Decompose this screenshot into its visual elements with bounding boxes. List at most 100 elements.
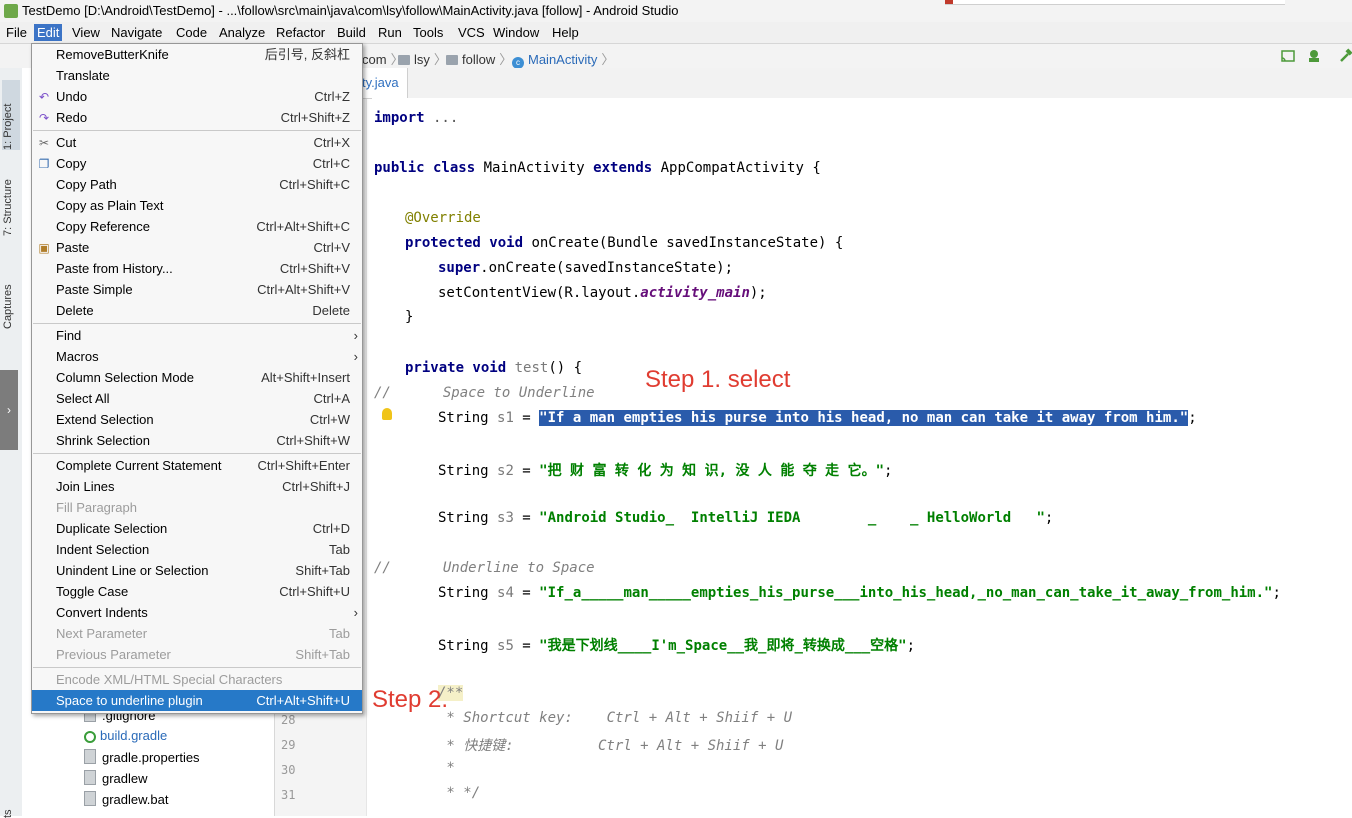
- menu-item-paste-simple[interactable]: Paste Simple Ctrl+Alt+Shift+V: [32, 279, 362, 300]
- submenu-arrow-icon: ›: [353, 349, 358, 364]
- captures-tool-tab[interactable]: Captures: [2, 263, 20, 329]
- folded-imports[interactable]: ...: [425, 110, 458, 126]
- code-text: AppCompatActivity {: [652, 160, 821, 176]
- tab-mainactivity-java[interactable]: ty.java: [362, 68, 408, 98]
- menu-item-column-selection[interactable]: Column Selection Mode Alt+Shift+Insert: [32, 367, 362, 388]
- folder-icon: [446, 55, 458, 65]
- menu-item-previous-parameter: Previous Parameter Shift+Tab: [32, 644, 362, 665]
- edit-menu-dropdown: RemoveButterKnife 后引号, 反斜杠 Translate ↶ Und…: [31, 43, 363, 714]
- tree-item-gradle-properties[interactable]: gradle.properties: [84, 749, 200, 765]
- menu-item-complete-statement[interactable]: Complete Current Statement Ctrl+Shift+Ent…: [32, 455, 362, 476]
- code-line: String s4 = "If_a_____man_____empties_hi…: [438, 585, 1281, 601]
- project-tool-tab[interactable]: 1: Project: [2, 80, 20, 150]
- android-monitor-icon[interactable]: [1306, 48, 1322, 64]
- menu-tools[interactable]: Tools: [410, 24, 446, 41]
- window-title: TestDemo [D:\Android\TestDemo] - ...\fol…: [22, 3, 679, 18]
- tree-item-label: gradle.properties: [102, 750, 200, 765]
- expand-panel-arrow-icon[interactable]: ›: [0, 370, 18, 450]
- menu-item-shortcut: Ctrl+Z: [314, 89, 350, 104]
- line-number: 31: [281, 788, 296, 802]
- tree-item-gradlew-bat[interactable]: gradlew.bat: [84, 791, 169, 807]
- menu-item-cut[interactable]: ✂ Cut Ctrl+X: [32, 132, 362, 153]
- menu-build[interactable]: Build: [334, 24, 369, 41]
- menu-item-space-to-underline[interactable]: Space to underline plugin Ctrl+Alt+Shift+…: [32, 690, 362, 711]
- menu-item-shrink-selection[interactable]: Shrink Selection Ctrl+Shift+W: [32, 430, 362, 451]
- menu-edit[interactable]: Edit: [34, 24, 63, 41]
- menu-item-convert-indents[interactable]: Convert Indents ›: [32, 602, 362, 623]
- menu-item-indent-selection[interactable]: Indent Selection Tab: [32, 539, 362, 560]
- menu-item-label: Macros: [56, 349, 99, 364]
- code-editor[interactable]: import ... public class MainActivity ext…: [372, 98, 1352, 816]
- menu-item-extend-selection[interactable]: Extend Selection Ctrl+W: [32, 409, 362, 430]
- breadcrumb-lsy[interactable]: lsy 〉: [398, 49, 447, 68]
- android-studio-icon: [4, 4, 18, 18]
- comment-slash: //: [374, 385, 391, 401]
- menu-item-label: Next Parameter: [56, 626, 148, 641]
- cast-icon[interactable]: [1280, 48, 1296, 64]
- menu-item-paste[interactable]: ▣ Paste Ctrl+V: [32, 237, 362, 258]
- menu-item-paste-history[interactable]: Paste from History... Ctrl+Shift+V: [32, 258, 362, 279]
- selected-string[interactable]: "If a man empties his purse into his hea…: [539, 410, 1189, 426]
- tree-item-label: gradlew.bat: [102, 792, 169, 807]
- menu-item-join-lines[interactable]: Join Lines Ctrl+Shift+J: [32, 476, 362, 497]
- menu-item-translate[interactable]: Translate: [32, 65, 362, 86]
- menu-navigate[interactable]: Navigate: [108, 24, 165, 41]
- menu-analyze[interactable]: Analyze: [216, 24, 268, 41]
- build-hammer-icon[interactable]: [1338, 48, 1352, 64]
- menu-item-label: Unindent Line or Selection: [56, 563, 209, 578]
- menu-item-duplicate-selection[interactable]: Duplicate Selection Ctrl+D: [32, 518, 362, 539]
- menu-refactor[interactable]: Refactor: [273, 24, 328, 41]
- menu-item-shortcut: Ctrl+Shift+C: [279, 177, 350, 192]
- doc-comment-line: * Shortcut key: Ctrl + Alt + Shiif + U: [438, 710, 793, 726]
- menu-item-copy-reference[interactable]: Copy Reference Ctrl+Alt+Shift+C: [32, 216, 362, 237]
- menu-view[interactable]: View: [69, 24, 103, 41]
- intention-bulb-icon[interactable]: [382, 408, 392, 420]
- tree-item-build-gradle[interactable]: build.gradle: [84, 728, 167, 743]
- menu-item-toggle-case[interactable]: Toggle Case Ctrl+Shift+U: [32, 581, 362, 602]
- menu-code[interactable]: Code: [173, 24, 210, 41]
- submenu-arrow-icon: ›: [353, 328, 358, 343]
- menu-item-label: Space to underline plugin: [56, 693, 203, 708]
- keyword: protected void: [405, 235, 524, 251]
- comment-slash: //: [374, 560, 391, 576]
- breadcrumb-follow[interactable]: follow 〉: [446, 49, 512, 68]
- menu-item-label: Undo: [56, 89, 88, 104]
- menu-run[interactable]: Run: [375, 24, 405, 41]
- code-line: setContentView(R.layout.activity_main);: [438, 285, 767, 301]
- menu-item-delete[interactable]: Delete Delete: [32, 300, 362, 321]
- menu-item-find[interactable]: Find ›: [32, 325, 362, 346]
- menu-item-undo[interactable]: ↶ Undo Ctrl+Z: [32, 86, 362, 107]
- line-number: 28: [281, 713, 296, 727]
- structure-tool-tab[interactable]: 7: Structure: [2, 166, 20, 236]
- code-text: ;: [1272, 585, 1281, 601]
- code-text: ;: [884, 463, 893, 479]
- menu-vcs[interactable]: VCS: [455, 24, 488, 41]
- menu-item-redo[interactable]: ↷ Redo Ctrl+Shift+Z: [32, 107, 362, 128]
- menu-item-label: Translate: [56, 68, 110, 83]
- menu-item-select-all[interactable]: Select All Ctrl+A: [32, 388, 362, 409]
- code-line: super.onCreate(savedInstanceState);: [438, 260, 733, 276]
- menu-item-label: Paste from History...: [56, 261, 173, 276]
- menu-item-copy-path[interactable]: Copy Path Ctrl+Shift+C: [32, 174, 362, 195]
- title-bar-strip: [945, 0, 1285, 5]
- step1-annotation: Step 1. select: [645, 366, 791, 393]
- menu-item-unindent[interactable]: Unindent Line or Selection Shift+Tab: [32, 560, 362, 581]
- comment-text: Underline to Space: [442, 560, 595, 576]
- editor-tab-bar: ty.java: [362, 68, 1352, 99]
- z-tool-tab[interactable]: ts: [2, 798, 20, 818]
- breadcrumb-lsy-label: lsy: [414, 52, 430, 67]
- menu-item-label: Select All: [56, 391, 110, 406]
- menu-item-copy-plain-text[interactable]: Copy as Plain Text: [32, 195, 362, 216]
- menu-item-macros[interactable]: Macros ›: [32, 346, 362, 367]
- code-text: =: [513, 638, 540, 654]
- menu-file[interactable]: File: [3, 24, 30, 41]
- menu-item-label: Delete: [56, 303, 94, 318]
- tree-item-gradlew[interactable]: gradlew: [84, 770, 148, 786]
- menu-help[interactable]: Help: [549, 24, 582, 41]
- menu-item-remove-butterknife[interactable]: RemoveButterKnife 后引号, 反斜杠: [32, 44, 362, 65]
- breadcrumb-mainactivity[interactable]: c MainActivity 〉: [512, 49, 614, 69]
- menu-window[interactable]: Window: [490, 24, 542, 41]
- submenu-arrow-icon: ›: [353, 605, 358, 620]
- menu-item-copy[interactable]: ❐ Copy Ctrl+C: [32, 153, 362, 174]
- menu-bar: File Edit View Navigate Code Analyze Ref…: [0, 22, 1352, 44]
